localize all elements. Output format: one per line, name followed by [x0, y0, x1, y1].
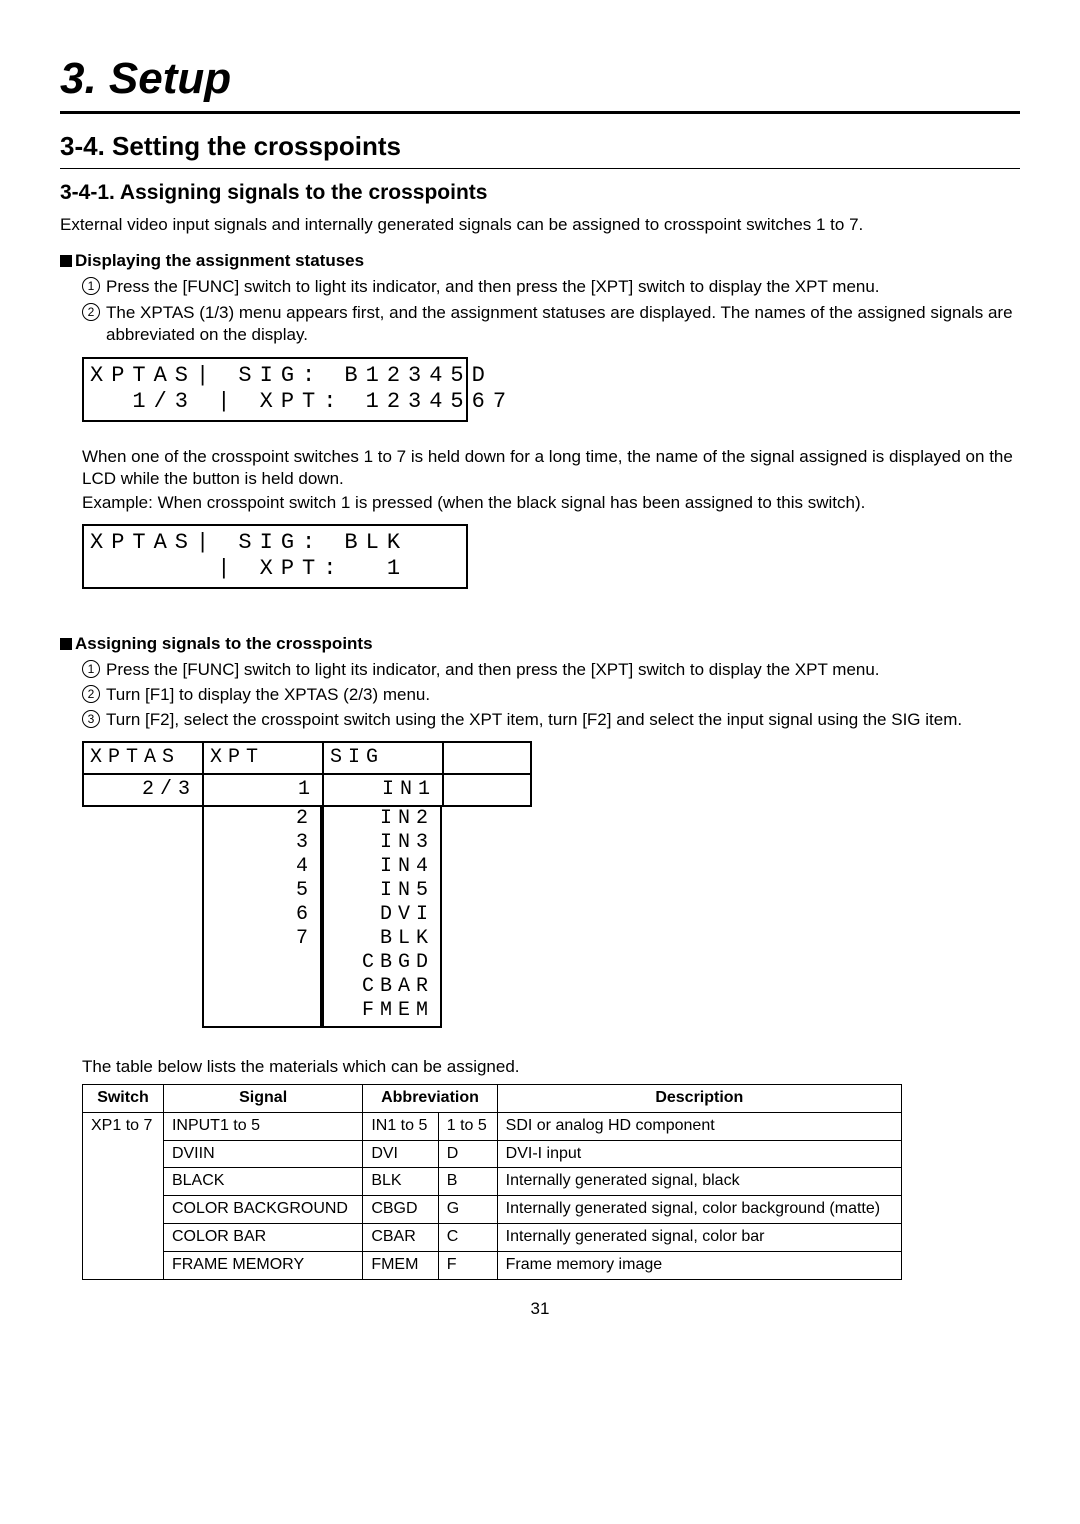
th-signal: Signal [163, 1085, 362, 1113]
circled-number-1-icon: 1 [82, 277, 100, 295]
assign-step-2: 2 Turn [F1] to display the XPTAS (2/3) m… [82, 684, 1020, 706]
signal-cell: DVIIN [163, 1140, 362, 1168]
th-switch: Switch [83, 1085, 164, 1113]
lcd-display-1: XPTAS| SIG: B12345D 1/3 | XPT: 1234567 [82, 357, 468, 422]
desc-cell: Internally generated signal, black [497, 1168, 901, 1196]
assign-steps: 1 Press the [FUNC] switch to light its i… [82, 659, 1020, 731]
signal-cell: FRAME MEMORY [163, 1251, 362, 1279]
chapter-title: 3. Setup [60, 50, 1020, 107]
display-block-title: Displaying the assignment statuses [60, 250, 1020, 272]
abbr-cell: FMEM [363, 1251, 438, 1279]
section-title: 3-4. Setting the crosspoints [60, 130, 1020, 164]
circled-number-1-icon: 1 [82, 660, 100, 678]
step-text: Turn [F1] to display the XPTAS (2/3) men… [106, 684, 1020, 706]
circled-number-3-icon: 3 [82, 710, 100, 728]
lcd-menu-grid: XPTAS XPT SIG 2/3 1 IN1 [82, 741, 1020, 807]
menu-cell: 1 [202, 775, 322, 807]
sig-options: IN2 IN3 IN4 IN5 DVI BLK CBGD CBAR FMEM [322, 807, 442, 1028]
page-number: 31 [60, 1298, 1020, 1320]
abbr-cell: IN1 to 5 [363, 1112, 438, 1140]
abbr-cell: CBAR [363, 1224, 438, 1252]
table-caption: The table below lists the materials whic… [82, 1056, 1020, 1078]
th-description: Description [497, 1085, 901, 1113]
held-example: Example: When crosspoint switch 1 is pre… [82, 492, 1020, 514]
menu-cell: 2/3 [82, 775, 202, 807]
assign-block-title-text: Assigning signals to the crosspoints [75, 634, 373, 653]
assign-step-1: 1 Press the [FUNC] switch to light its i… [82, 659, 1020, 681]
circled-number-2-icon: 2 [82, 303, 100, 321]
table-row: COLOR BACKGROUND CBGD G Internally gener… [83, 1196, 902, 1224]
abbr-cell: BLK [363, 1168, 438, 1196]
assign-block-title: Assigning signals to the crosspoints [60, 633, 1020, 655]
section-rule [60, 168, 1020, 169]
table-row: COLOR BAR CBAR C Internally generated si… [83, 1224, 902, 1252]
subsection-title: 3-4-1. Assigning signals to the crosspoi… [60, 179, 1020, 206]
assign-step-3: 3 Turn [F2], select the crosspoint switc… [82, 709, 1020, 731]
lcd-display-2: XPTAS| SIG: BLK | XPT: 1 [82, 524, 468, 589]
code-cell: F [438, 1251, 497, 1279]
step-text: Press the [FUNC] switch to light its ind… [106, 659, 1020, 681]
abbr-cell: CBGD [363, 1196, 438, 1224]
th-abbreviation: Abbreviation [363, 1085, 497, 1113]
desc-cell: Internally generated signal, color backg… [497, 1196, 901, 1224]
display-step-2: 2 The XPTAS (1/3) menu appears first, an… [82, 302, 1020, 346]
menu-cell: XPT [202, 741, 322, 775]
code-cell: G [438, 1196, 497, 1224]
menu-cell [442, 775, 532, 807]
table-row: FRAME MEMORY FMEM F Frame memory image [83, 1251, 902, 1279]
signal-cell: INPUT1 to 5 [163, 1112, 362, 1140]
abbr-cell: DVI [363, 1140, 438, 1168]
signal-cell: COLOR BAR [163, 1224, 362, 1252]
desc-cell: DVI-I input [497, 1140, 901, 1168]
option-lists: 2 3 4 5 6 7 IN2 IN3 IN4 IN5 DVI BLK CBGD… [82, 807, 1020, 1028]
step-text: The XPTAS (1/3) menu appears first, and … [106, 302, 1020, 346]
held-note: When one of the crosspoint switches 1 to… [82, 446, 1020, 490]
xpt-options: 2 3 4 5 6 7 [202, 807, 322, 1028]
square-bullet-icon [60, 638, 72, 650]
menu-cell: XPTAS [82, 741, 202, 775]
table-header-row: Switch Signal Abbreviation Description [83, 1085, 902, 1113]
menu-cell: IN1 [322, 775, 442, 807]
display-step-1: 1 Press the [FUNC] switch to light its i… [82, 276, 1020, 298]
chapter-rule [60, 111, 1020, 114]
step-text: Turn [F2], select the crosspoint switch … [106, 709, 1020, 731]
desc-cell: Internally generated signal, color bar [497, 1224, 901, 1252]
desc-cell: SDI or analog HD component [497, 1112, 901, 1140]
materials-table: Switch Signal Abbreviation Description X… [82, 1084, 902, 1280]
table-row: BLACK BLK B Internally generated signal,… [83, 1168, 902, 1196]
code-cell: C [438, 1224, 497, 1252]
step-text: Press the [FUNC] switch to light its ind… [106, 276, 1020, 298]
desc-cell: Frame memory image [497, 1251, 901, 1279]
code-cell: D [438, 1140, 497, 1168]
switch-cell: XP1 to 7 [83, 1112, 164, 1279]
table-row: XP1 to 7 INPUT1 to 5 IN1 to 5 1 to 5 SDI… [83, 1112, 902, 1140]
signal-cell: BLACK [163, 1168, 362, 1196]
signal-cell: COLOR BACKGROUND [163, 1196, 362, 1224]
display-block-title-text: Displaying the assignment statuses [75, 251, 364, 270]
code-cell: 1 to 5 [438, 1112, 497, 1140]
menu-cell: SIG [322, 741, 442, 775]
code-cell: B [438, 1168, 497, 1196]
display-steps: 1 Press the [FUNC] switch to light its i… [82, 276, 1020, 345]
intro-paragraph: External video input signals and interna… [60, 214, 1020, 236]
table-row: DVIIN DVI D DVI-I input [83, 1140, 902, 1168]
circled-number-2-icon: 2 [82, 685, 100, 703]
square-bullet-icon [60, 255, 72, 267]
menu-cell [442, 741, 532, 775]
